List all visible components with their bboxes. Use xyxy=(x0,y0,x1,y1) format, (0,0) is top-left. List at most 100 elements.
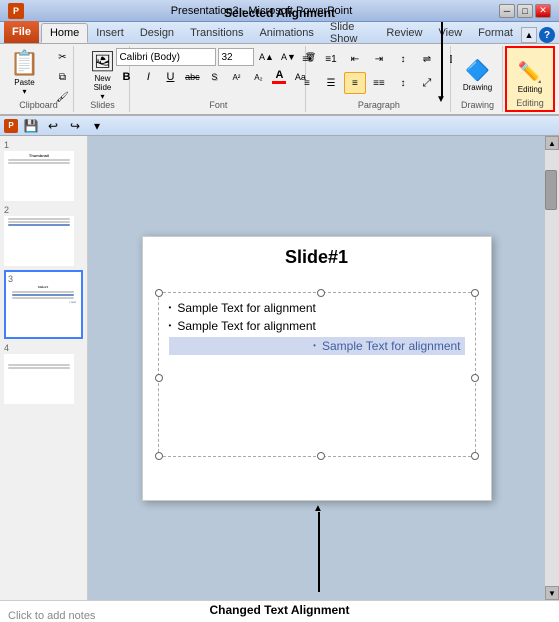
cut-button[interactable]: ✂ xyxy=(50,48,76,66)
align-buttons-row: ≡ ☰ ≡ ≡≡ ↕ ⤢ xyxy=(296,72,438,94)
align-right-button[interactable]: ≡ xyxy=(344,72,366,94)
handle-mr[interactable] xyxy=(471,374,479,382)
tab-file[interactable]: File xyxy=(4,21,39,43)
paste-icon: 📋 xyxy=(10,49,40,78)
slide-title: Slide#1 xyxy=(143,237,491,278)
shadow-button[interactable]: S xyxy=(204,68,224,86)
help-button[interactable]: ? xyxy=(539,27,555,43)
bullet-1: • xyxy=(169,303,172,312)
line-spacing-button[interactable]: ↕ xyxy=(392,72,414,94)
drawing-button[interactable]: 🔷 Drawing xyxy=(456,48,500,102)
decrease-indent-button[interactable]: ⇤ xyxy=(344,48,366,70)
underline-button[interactable]: U xyxy=(160,68,180,86)
handle-br[interactable] xyxy=(471,452,479,460)
italic-button[interactable]: I xyxy=(138,68,158,86)
tab-design[interactable]: Design xyxy=(132,23,182,43)
text-line-3: • Sample Text for alignment xyxy=(169,337,465,355)
handle-bc[interactable] xyxy=(317,452,325,460)
handle-bl[interactable] xyxy=(155,452,163,460)
scroll-track[interactable] xyxy=(545,150,559,586)
editing-group-label: Editing xyxy=(516,98,544,108)
new-slide-label: NewSlide xyxy=(94,74,112,92)
text-line-2-content: Sample Text for alignment xyxy=(177,319,316,333)
bullet-3: • xyxy=(313,341,316,350)
drawing-group-label: Drawing xyxy=(461,100,494,110)
paste-label: Paste xyxy=(14,78,34,87)
align-left-button[interactable]: ≡ xyxy=(296,72,318,94)
clipboard-label: Clipboard xyxy=(19,100,58,110)
qat-more-button[interactable]: ▾ xyxy=(88,117,106,135)
tab-home[interactable]: Home xyxy=(41,23,88,43)
restore-button[interactable]: □ xyxy=(517,4,533,18)
close-button[interactable]: ✕ xyxy=(535,4,551,18)
font-selector-row: A▲ A▼ 🗑 xyxy=(116,48,320,66)
font-label: Font xyxy=(209,100,227,110)
numbering-button[interactable]: ≡1 xyxy=(320,48,342,70)
slide-thumb-2[interactable]: 2 xyxy=(4,205,83,266)
handle-tc[interactable] xyxy=(317,289,325,297)
handle-tl[interactable] xyxy=(155,289,163,297)
drawing-icon: 🔷 xyxy=(465,58,490,83)
font-group: A▲ A▼ 🗑 B I U abc S A² A₂ A Aa xyxy=(132,46,306,112)
text-line-3-content: Sample Text for alignment xyxy=(322,339,461,353)
scroll-thumb[interactable] xyxy=(545,170,557,210)
window-controls[interactable]: ─ □ ✕ xyxy=(499,4,551,18)
paste-dropdown[interactable]: ▾ xyxy=(22,87,26,96)
ribbon-tabs: File Home Insert Design Transitions Anim… xyxy=(0,22,559,44)
increase-indent-button[interactable]: ⇥ xyxy=(368,48,390,70)
clipboard-small-buttons: ✂ ⧉ 🖌 xyxy=(50,48,76,106)
superscript-button[interactable]: A² xyxy=(226,68,246,86)
editing-label: Editing xyxy=(518,85,542,94)
strikethrough-button[interactable]: abc xyxy=(182,68,202,86)
slides-label: Slides xyxy=(90,100,115,110)
app-icon: P xyxy=(8,3,24,19)
scroll-up-button[interactable]: ▲ xyxy=(545,136,559,150)
minimize-button[interactable]: ─ xyxy=(499,4,515,18)
align-center-button[interactable]: ☰ xyxy=(320,72,342,94)
slide-thumb-4[interactable]: 4 xyxy=(4,343,83,404)
subscript-button[interactable]: A₂ xyxy=(248,68,268,86)
tab-review[interactable]: Review xyxy=(378,23,430,43)
para-expand-button[interactable]: ⤢ xyxy=(416,72,438,94)
text-box[interactable]: • Sample Text for alignment • Sample Tex… xyxy=(158,292,476,457)
tab-animations[interactable]: Animations xyxy=(251,23,321,43)
top-arrow-line xyxy=(441,22,443,97)
vertical-scrollbar: ▲ ▼ xyxy=(545,136,559,600)
handle-ml[interactable] xyxy=(155,374,163,382)
slide-panel: 1 Thumbnail 2 3 xyxy=(0,136,88,600)
slide-canvas[interactable]: Slide#1 • Sample Text for alignment xyxy=(142,236,492,501)
paragraph-label: Paragraph xyxy=(358,100,400,110)
font-size-input[interactable] xyxy=(218,48,254,66)
convert-button[interactable]: ⇌ xyxy=(416,48,438,70)
bullets-button[interactable]: ≡• xyxy=(296,48,318,70)
increase-font-button[interactable]: A▲ xyxy=(256,48,276,66)
tab-slideshow[interactable]: Slide Show xyxy=(322,23,379,43)
list-buttons-row: ≡• ≡1 ⇤ ⇥ ↕ ⇌ ⫿ xyxy=(296,48,462,70)
slide-thumb-3[interactable]: 3 Slide#1 • text xyxy=(4,270,83,339)
scroll-down-button[interactable]: ▼ xyxy=(545,586,559,600)
tab-format[interactable]: Format xyxy=(470,23,521,43)
text-direction-button[interactable]: ↕ xyxy=(392,48,414,70)
font-color-button[interactable]: A xyxy=(270,68,288,86)
tab-transitions[interactable]: Transitions xyxy=(182,23,251,43)
font-name-input[interactable] xyxy=(116,48,216,66)
handle-tr[interactable] xyxy=(471,289,479,297)
quick-access-toolbar: P 💾 ↩ ↪ ▾ xyxy=(0,116,559,136)
paste-button[interactable]: 📋 Paste ▾ xyxy=(2,48,48,97)
bold-button[interactable]: B xyxy=(116,68,136,86)
copy-button[interactable]: ⧉ xyxy=(50,68,76,86)
tab-insert[interactable]: Insert xyxy=(88,23,132,43)
tab-view[interactable]: View xyxy=(431,23,471,43)
ribbon-collapse-button[interactable]: ▲ xyxy=(521,27,537,43)
justify-button[interactable]: ≡≡ xyxy=(368,72,390,94)
bottom-arrow-line xyxy=(318,512,320,592)
text-line-1-content: Sample Text for alignment xyxy=(177,301,316,315)
slide-thumb-1[interactable]: 1 Thumbnail xyxy=(4,140,83,201)
editing-icon: ✏️ xyxy=(518,60,543,85)
drawing-label: Drawing xyxy=(463,83,492,92)
bottom-arrowhead: ▲ xyxy=(313,503,323,514)
ribbon: 📋 Paste ▾ ✂ ⧉ 🖌 Clipboard 🖼 NewSlide ▾ xyxy=(0,44,559,116)
editing-group: ✏️ Editing Editing xyxy=(505,46,555,112)
paragraph-group: ≡• ≡1 ⇤ ⇥ ↕ ⇌ ⫿ ≡ ☰ ≡ ≡≡ ↕ ⤢ Pa xyxy=(308,46,451,112)
editing-button[interactable]: ✏️ Editing xyxy=(508,50,552,104)
